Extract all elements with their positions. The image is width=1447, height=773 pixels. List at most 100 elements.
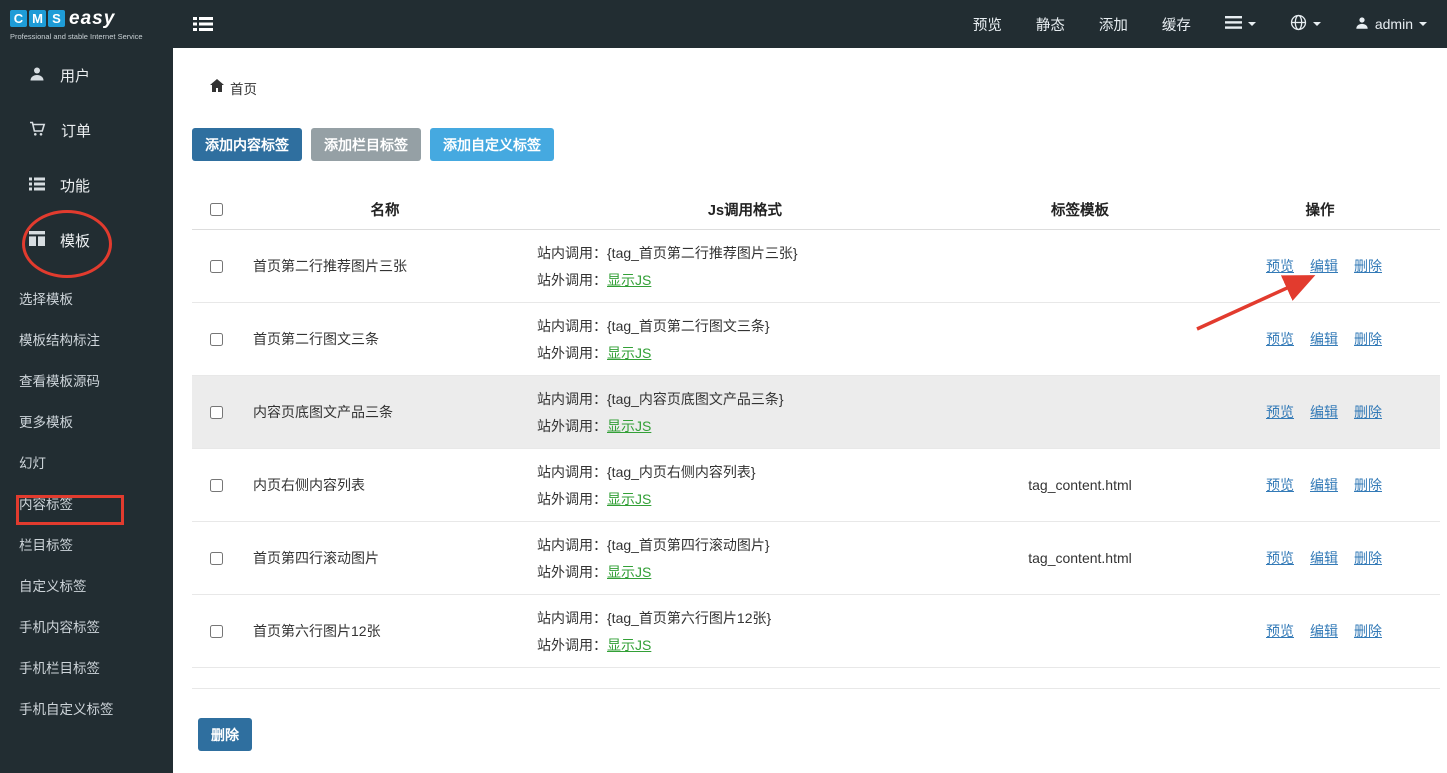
tag-template-value: tag_content.html bbox=[960, 477, 1200, 493]
tag-name: 首页第四行滚动图片 bbox=[240, 548, 530, 568]
preview-link[interactable]: 预览 bbox=[1266, 256, 1294, 276]
row-checkbox[interactable] bbox=[210, 406, 223, 419]
tag-name: 首页第二行图文三条 bbox=[240, 329, 530, 349]
show-js-link[interactable]: 显示JS bbox=[607, 562, 651, 582]
sidebar-item-more-templates[interactable]: 更多模板 bbox=[0, 400, 173, 441]
row-checkbox[interactable] bbox=[210, 333, 223, 346]
sidebar-item-slides[interactable]: 幻灯 bbox=[0, 441, 173, 482]
row-checkbox[interactable] bbox=[210, 260, 223, 273]
menu-lines-icon bbox=[1225, 16, 1242, 32]
js-call-cell: 站内调用：{tag_内页右侧内容列表} 站外调用：显示JS bbox=[530, 462, 960, 509]
js-call-cell: 站内调用：{tag_首页第四行滚动图片} 站外调用：显示JS bbox=[530, 535, 960, 582]
delete-link[interactable]: 删除 bbox=[1354, 402, 1382, 422]
add-column-tag-button[interactable]: 添加栏目标签 bbox=[311, 128, 421, 161]
tag-name: 首页第二行推荐图片三张 bbox=[240, 256, 530, 276]
table-row: 首页第六行图片12张 站内调用：{tag_首页第六行图片12张} 站外调用：显示… bbox=[192, 595, 1440, 668]
external-call-label: 站外调用： bbox=[537, 489, 607, 509]
sidebar-submenu: 选择模板 模板结构标注 查看模板源码 更多模板 幻灯 内容标签 栏目标签 自定义… bbox=[0, 268, 173, 728]
js-call-cell: 站内调用：{tag_首页第二行图文三条} 站外调用：显示JS bbox=[530, 316, 960, 363]
sidebar-item-view-template-source[interactable]: 查看模板源码 bbox=[0, 359, 173, 400]
row-operations: 预览 编辑 删除 bbox=[1200, 402, 1440, 422]
sidebar-item-column-tags[interactable]: 栏目标签 bbox=[0, 523, 173, 564]
sidebar-item-mobile-column-tags[interactable]: 手机栏目标签 bbox=[0, 646, 173, 687]
breadcrumb-home[interactable]: 首页 bbox=[230, 78, 257, 98]
edit-link[interactable]: 编辑 bbox=[1310, 475, 1338, 495]
table-footer-border bbox=[192, 668, 1440, 689]
js-call-cell: 站内调用：{tag_首页第六行图片12张} 站外调用：显示JS bbox=[530, 608, 960, 655]
cart-icon bbox=[29, 121, 46, 141]
sidebar-item-content-tags[interactable]: 内容标签 bbox=[0, 482, 173, 523]
topnav-add[interactable]: 添加 bbox=[1099, 14, 1128, 35]
preview-link[interactable]: 预览 bbox=[1266, 621, 1294, 641]
sidebar-item-user[interactable]: 用户 bbox=[0, 48, 173, 103]
preview-link[interactable]: 预览 bbox=[1266, 402, 1294, 422]
submenu-label: 自定义标签 bbox=[19, 575, 87, 595]
sidebar-item-template-structure[interactable]: 模板结构标注 bbox=[0, 318, 173, 359]
add-content-tag-button[interactable]: 添加内容标签 bbox=[192, 128, 302, 161]
submenu-label: 模板结构标注 bbox=[19, 329, 100, 349]
sidebar-item-order[interactable]: 订单 bbox=[0, 103, 173, 158]
preview-link[interactable]: 预览 bbox=[1266, 548, 1294, 568]
show-js-link[interactable]: 显示JS bbox=[607, 416, 651, 436]
sidebar-item-custom-tags[interactable]: 自定义标签 bbox=[0, 564, 173, 605]
bulk-delete-button[interactable]: 删除 bbox=[198, 718, 252, 751]
show-js-link[interactable]: 显示JS bbox=[607, 635, 651, 655]
select-all-checkbox[interactable] bbox=[210, 203, 223, 216]
external-call-label: 站外调用： bbox=[537, 343, 607, 363]
sidebar-item-choose-template[interactable]: 选择模板 bbox=[0, 277, 173, 318]
table-row: 首页第四行滚动图片 站内调用：{tag_首页第四行滚动图片} 站外调用：显示JS… bbox=[192, 522, 1440, 595]
menu-dropdown[interactable] bbox=[1225, 16, 1256, 32]
edit-link[interactable]: 编辑 bbox=[1310, 621, 1338, 641]
show-js-link[interactable]: 显示JS bbox=[607, 489, 651, 509]
cmseasy-logo: C M S easy Professional and stable Inter… bbox=[0, 0, 173, 48]
table-row: 首页第二行图文三条 站内调用：{tag_首页第二行图文三条} 站外调用：显示JS… bbox=[192, 303, 1440, 376]
edit-link[interactable]: 编辑 bbox=[1310, 256, 1338, 276]
row-checkbox[interactable] bbox=[210, 552, 223, 565]
external-call-label: 站外调用： bbox=[537, 562, 607, 582]
submenu-label: 手机自定义标签 bbox=[19, 698, 114, 718]
sidebar-item-mobile-custom-tags[interactable]: 手机自定义标签 bbox=[0, 687, 173, 728]
internal-call-label: 站内调用： bbox=[537, 462, 607, 482]
show-js-link[interactable]: 显示JS bbox=[607, 270, 651, 290]
sidebar-item-template[interactable]: 模板 bbox=[0, 213, 173, 268]
internal-call-label: 站内调用： bbox=[537, 243, 607, 263]
edit-link[interactable]: 编辑 bbox=[1310, 402, 1338, 422]
internal-call-label: 站内调用： bbox=[537, 535, 607, 555]
header-name: 名称 bbox=[240, 199, 530, 220]
sidebar-item-function[interactable]: 功能 bbox=[0, 158, 173, 213]
row-checkbox[interactable] bbox=[210, 479, 223, 492]
row-checkbox[interactable] bbox=[210, 625, 223, 638]
show-js-link[interactable]: 显示JS bbox=[607, 343, 651, 363]
delete-link[interactable]: 删除 bbox=[1354, 256, 1382, 276]
template-icon bbox=[29, 231, 45, 250]
submenu-label: 查看模板源码 bbox=[19, 370, 100, 390]
topnav-preview[interactable]: 预览 bbox=[973, 14, 1002, 35]
submenu-label: 栏目标签 bbox=[19, 534, 73, 554]
internal-call-tag: {tag_内页右侧内容列表} bbox=[607, 462, 756, 482]
topnav-cache[interactable]: 缓存 bbox=[1162, 14, 1191, 35]
submenu-label: 选择模板 bbox=[19, 288, 73, 308]
table-row: 首页第二行推荐图片三张 站内调用：{tag_首页第二行推荐图片三张} 站外调用：… bbox=[192, 230, 1440, 303]
internal-call-label: 站内调用： bbox=[537, 389, 607, 409]
row-operations: 预览 编辑 删除 bbox=[1200, 475, 1440, 495]
delete-link[interactable]: 删除 bbox=[1354, 329, 1382, 349]
tag-name: 内容页底图文产品三条 bbox=[240, 402, 530, 422]
edit-link[interactable]: 编辑 bbox=[1310, 329, 1338, 349]
add-custom-tag-button[interactable]: 添加自定义标签 bbox=[430, 128, 554, 161]
delete-link[interactable]: 删除 bbox=[1354, 621, 1382, 641]
sidebar-item-mobile-content-tags[interactable]: 手机内容标签 bbox=[0, 605, 173, 646]
logo-letter-m: M bbox=[29, 10, 46, 27]
sidebar-toggle-icon[interactable] bbox=[193, 16, 213, 32]
chevron-down-icon bbox=[1419, 22, 1427, 26]
user-icon bbox=[1355, 16, 1369, 33]
sidebar-item-label: 功能 bbox=[60, 175, 90, 196]
admin-dropdown[interactable]: admin bbox=[1355, 16, 1427, 33]
tag-name: 首页第六行图片12张 bbox=[240, 621, 530, 641]
edit-link[interactable]: 编辑 bbox=[1310, 548, 1338, 568]
delete-link[interactable]: 删除 bbox=[1354, 475, 1382, 495]
preview-link[interactable]: 预览 bbox=[1266, 329, 1294, 349]
delete-link[interactable]: 删除 bbox=[1354, 548, 1382, 568]
language-dropdown[interactable] bbox=[1290, 14, 1321, 34]
preview-link[interactable]: 预览 bbox=[1266, 475, 1294, 495]
topnav-static[interactable]: 静态 bbox=[1036, 14, 1065, 35]
